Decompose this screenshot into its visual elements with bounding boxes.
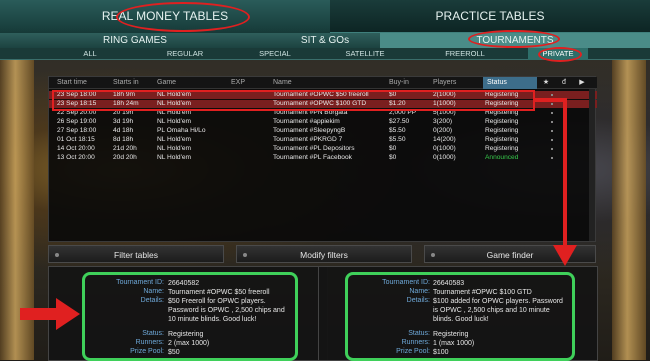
left-arrow-shaft — [20, 308, 58, 320]
right-arrow-icon — [56, 298, 80, 330]
right-connector-line — [535, 98, 567, 245]
down-arrow-icon — [553, 245, 577, 266]
annotation-arrows — [20, 98, 577, 330]
